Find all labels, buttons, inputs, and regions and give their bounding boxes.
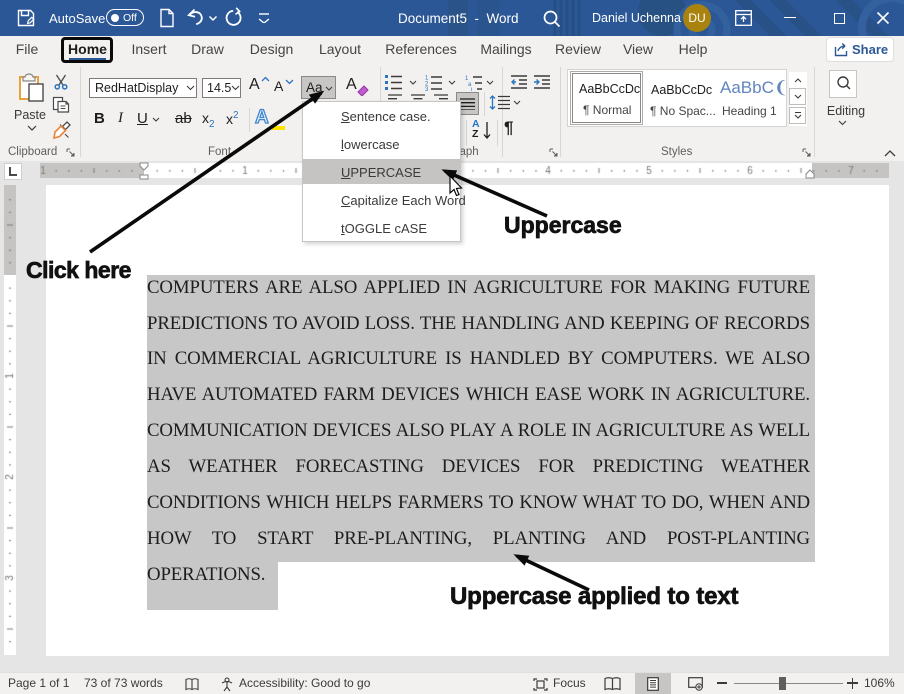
svg-text:3: 3 <box>425 87 429 91</box>
svg-text:i: i <box>471 88 472 92</box>
